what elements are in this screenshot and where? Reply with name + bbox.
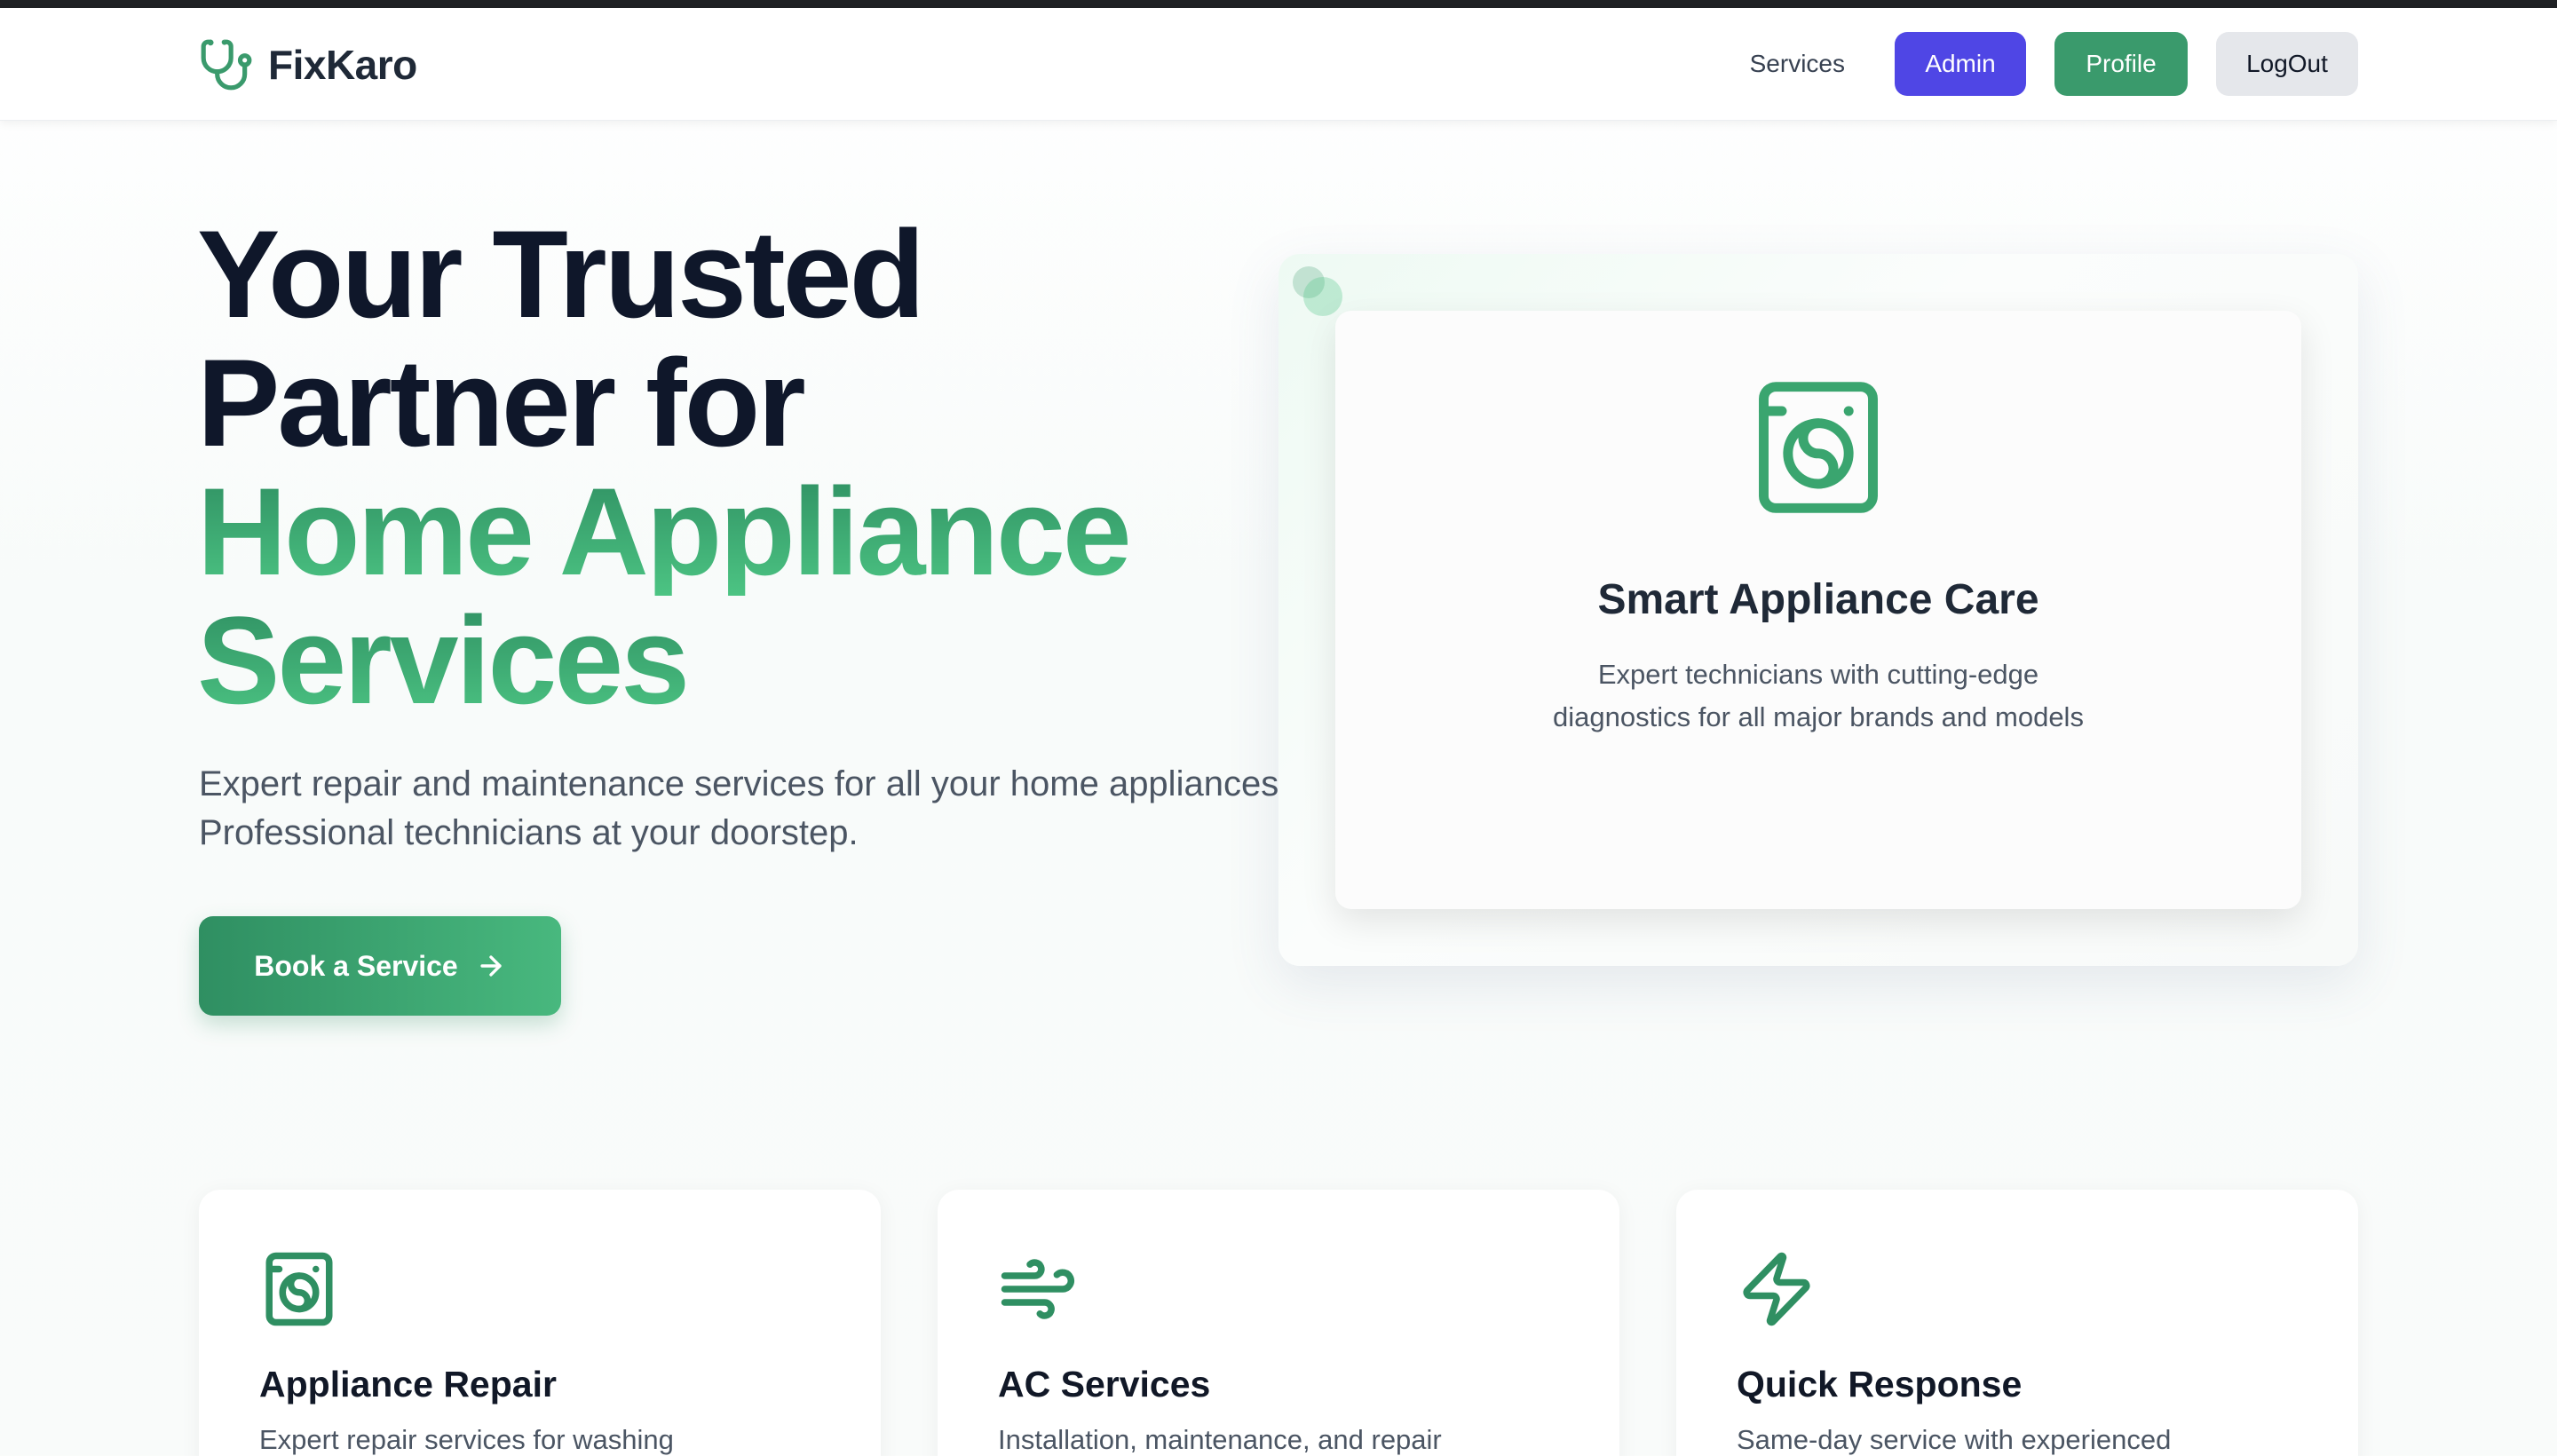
hero-title: Your Trusted Partner for Home Appliance … bbox=[197, 210, 1351, 724]
hero-title-line-2: Partner for bbox=[197, 333, 806, 472]
hero-subtitle-line-2: Professional technicians at your doorste… bbox=[199, 813, 859, 852]
brand-logo[interactable]: FixKaro bbox=[199, 35, 417, 95]
feature-card-appliance-repair[interactable]: Appliance Repair Expert repair services … bbox=[199, 1190, 881, 1456]
arrow-right-icon bbox=[480, 955, 502, 977]
lightning-icon bbox=[1743, 1252, 1810, 1326]
hero-title-line-4: Services bbox=[197, 596, 1351, 724]
promo-card-description: Expert technicians with cutting-edge dia… bbox=[1335, 653, 2301, 739]
feature-card-ac-services[interactable]: AC Services Installation, maintenance, a… bbox=[938, 1190, 1619, 1456]
hero-subtitle: Expert repair and maintenance services f… bbox=[199, 760, 1300, 858]
feature-title: Appliance Repair bbox=[259, 1364, 557, 1405]
hero-title-line-1: Your Trusted bbox=[197, 204, 925, 344]
feature-description: Same-day service with experienced bbox=[1737, 1424, 2172, 1455]
promo-card-desc-line-1: Expert technicians with cutting-edge bbox=[1597, 659, 2039, 690]
admin-button[interactable]: Admin bbox=[1895, 32, 2026, 96]
nav-services-link[interactable]: Services bbox=[1729, 50, 1866, 78]
brand-name: FixKaro bbox=[268, 42, 417, 88]
washing-machine-icon bbox=[265, 1252, 333, 1326]
wind-icon bbox=[1001, 1259, 1074, 1319]
feature-title: AC Services bbox=[998, 1364, 1211, 1405]
feature-title: Quick Response bbox=[1737, 1364, 2023, 1405]
feature-description: Expert repair services for washing bbox=[259, 1424, 674, 1455]
feature-description: Installation, maintenance, and repair bbox=[998, 1424, 1442, 1455]
profile-button[interactable]: Profile bbox=[2054, 32, 2188, 96]
book-service-button[interactable]: Book a Service bbox=[199, 916, 561, 1016]
book-service-label: Book a Service bbox=[254, 949, 458, 982]
washing-machine-icon bbox=[1759, 382, 1878, 513]
stethoscope-icon bbox=[201, 39, 252, 91]
top-accent-bar bbox=[0, 0, 2557, 8]
nav-menu: Services Admin Profile LogOut bbox=[1729, 32, 2358, 96]
logout-button[interactable]: LogOut bbox=[2216, 32, 2358, 96]
feature-card-quick-response[interactable]: Quick Response Same-day service with exp… bbox=[1676, 1190, 2358, 1456]
navbar: FixKaro Services Admin Profile LogOut bbox=[0, 8, 2557, 121]
promo-card-title: Smart Appliance Care bbox=[1597, 576, 2039, 623]
hero-subtitle-line-1: Expert repair and maintenance services f… bbox=[199, 764, 1289, 803]
promo-card-desc-line-2: diagnostics for all major brands and mod… bbox=[1553, 701, 2084, 732]
hero-title-line-3: Home Appliance bbox=[197, 467, 1351, 596]
